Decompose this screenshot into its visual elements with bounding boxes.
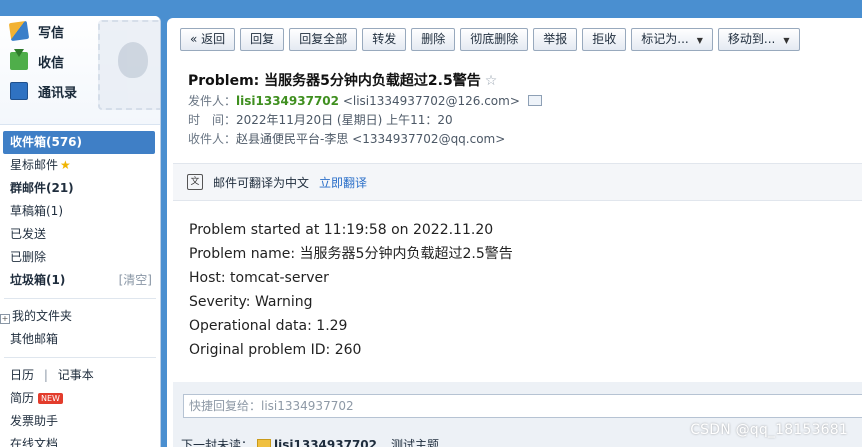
resume-label: 简历 — [10, 391, 35, 405]
translate-text: 邮件可翻译为中文 — [213, 175, 310, 190]
calendar-notebook-row: 日历 | 记事本 — [0, 364, 160, 387]
delete-permanently-button[interactable]: 彻底删除 — [460, 28, 529, 51]
back-button[interactable]: « 返回 — [180, 28, 236, 51]
new-badge: NEW — [38, 393, 63, 404]
folder-inbox-label: 收件箱(576) — [10, 135, 83, 149]
other-mailbox[interactable]: 其他邮箱 — [0, 328, 160, 351]
from-label: 发件人： — [188, 94, 237, 108]
watermark: CSDN @qq_18153681 — [690, 422, 848, 438]
write-mail-label: 写信 — [38, 25, 65, 41]
sender-name[interactable]: lisi1334937702 — [236, 94, 339, 108]
folder-drafts-label: 草稿箱(1) — [10, 204, 63, 218]
mail-body: Problem started at 11:19:58 on 2022.11.2… — [189, 218, 513, 362]
notebook-link[interactable]: 记事本 — [58, 368, 94, 382]
next-unread-sender: lisi1334937702 — [274, 438, 377, 447]
recipient-value: 赵县通便民平台-李思 <1334937702@qq.com> — [236, 132, 506, 146]
write-icon — [8, 20, 30, 42]
empty-spam-link[interactable]: [清空] — [119, 269, 152, 292]
folder-group-mail-label: 群邮件(21) — [10, 181, 74, 195]
reply-button[interactable]: 回复 — [240, 28, 285, 51]
folder-deleted-label: 已删除 — [10, 250, 47, 264]
translate-icon: 文 — [187, 174, 203, 190]
sender-address: <lisi1334937702@126.com> — [342, 94, 520, 108]
body-line: Operational data: 1.29 — [189, 318, 348, 334]
calendar-link[interactable]: 日历 — [10, 368, 34, 382]
reject-button[interactable]: 拒收 — [582, 28, 627, 51]
translate-bar: 文 邮件可翻译为中文 立即翻译 — [173, 163, 862, 201]
receive-mail-label: 收信 — [38, 55, 65, 71]
star-outline-icon[interactable]: ☆ — [485, 73, 498, 89]
toolbar: « 返回 回复 回复全部 转发 删除 彻底删除 举报 拒收 标记为... ▼ 移动… — [180, 28, 800, 51]
delete-button[interactable]: 删除 — [411, 28, 456, 51]
recipient-row: 收件人：赵县通便民平台-李思 <1334937702@qq.com> — [188, 130, 848, 149]
folder-list: 收件箱(576) 星标邮件 ★ 群邮件(21) 草稿箱(1) 已发送 已删除 垃圾… — [0, 125, 160, 447]
chevron-down-icon: ▼ — [696, 36, 703, 45]
folder-spam[interactable]: 垃圾箱(1) [清空] — [0, 269, 160, 292]
to-label: 收件人： — [188, 132, 237, 146]
body-line: Problem name: 当服务器5分钟内负载超过2.5警告 — [189, 246, 513, 262]
folder-sent[interactable]: 已发送 — [0, 223, 160, 246]
inbox-icon — [10, 49, 28, 70]
quick-actions: 写信 收信 通讯录 — [0, 16, 160, 125]
divider — [4, 298, 156, 299]
quick-reply-input[interactable]: 快捷回复给：lisi1334937702 — [183, 394, 862, 418]
body-line: Problem started at 11:19:58 on 2022.11.2… — [189, 222, 494, 238]
translate-now-link[interactable]: 立即翻译 — [319, 174, 367, 191]
next-unread-row[interactable]: 下一封未读： lisi1334937702 测试主题 — [181, 436, 439, 447]
move-to-dropdown[interactable]: 移动到... ▼ — [717, 28, 800, 51]
mark-as-dropdown[interactable]: 标记为... ▼ — [631, 28, 713, 51]
folder-inbox[interactable]: 收件箱(576) — [3, 131, 155, 154]
other-mailbox-label: 其他邮箱 — [10, 332, 59, 346]
mark-as-label: 标记为... — [641, 32, 689, 46]
time-value: 2022年11月20日 (星期日) 上午11：20 — [236, 113, 453, 127]
divider — [4, 357, 156, 358]
body-line: Original problem ID: 260 — [189, 342, 362, 358]
resume-link[interactable]: 简历 NEW — [0, 387, 160, 410]
folder-drafts[interactable]: 草稿箱(1) — [0, 200, 160, 223]
invoice-assistant-link[interactable]: 发票助手 — [0, 410, 160, 433]
invoice-assistant-label: 发票助手 — [10, 414, 59, 428]
contacts-label: 通讯录 — [38, 85, 78, 101]
mail-subject: Problem: 当服务器5分钟内负载超过2.5警告 ☆ — [188, 70, 848, 92]
subject-text: Problem: 当服务器5分钟内负载超过2.5警告 — [188, 73, 481, 89]
online-docs-label: 在线文档 — [10, 437, 59, 447]
forward-button[interactable]: 转发 — [362, 28, 407, 51]
time-label: 时 间： — [188, 113, 237, 127]
sidebar: 写信 收信 通讯录 收件箱(576) 星标邮件 ★ 群邮件(21) 草稿箱(1) … — [0, 16, 161, 447]
reply-all-button[interactable]: 回复全部 — [289, 28, 358, 51]
star-icon: ★ — [60, 158, 71, 172]
folder-spam-label: 垃圾箱(1) — [10, 273, 66, 287]
contacts-icon — [10, 82, 28, 100]
time-row: 时 间：2022年11月20日 (星期日) 上午11：20 — [188, 111, 848, 130]
folder-starred[interactable]: 星标邮件 ★ — [0, 154, 160, 177]
my-folders[interactable]: + 我的文件夹 — [0, 305, 160, 328]
envelope-icon — [257, 439, 272, 447]
folder-deleted[interactable]: 已删除 — [0, 246, 160, 269]
folder-group-mail[interactable]: 群邮件(21) — [0, 177, 160, 200]
my-folders-label: 我的文件夹 — [12, 309, 73, 323]
body-line: Host: tomcat-server — [189, 270, 329, 286]
chevron-down-icon: ▼ — [783, 36, 790, 45]
decorative-stamp-illustration — [98, 20, 160, 110]
mail-reader: « 返回 回复 回复全部 转发 删除 彻底删除 举报 拒收 标记为... ▼ 移动… — [167, 18, 862, 447]
mail-header: Problem: 当服务器5分钟内负载超过2.5警告 ☆ 发件人：lisi1334… — [188, 70, 848, 149]
move-to-label: 移动到... — [727, 32, 776, 46]
sender-row: 发件人：lisi1334937702 <lisi1334937702@126.c… — [188, 92, 848, 111]
separator: | — [43, 368, 48, 382]
next-unread-label: 下一封未读： — [181, 438, 254, 447]
folder-sent-label: 已发送 — [10, 227, 47, 241]
report-button[interactable]: 举报 — [533, 28, 578, 51]
online-docs-link[interactable]: 在线文档 — [0, 433, 160, 447]
expand-icon[interactable]: + — [0, 314, 10, 324]
contact-card-icon[interactable] — [527, 95, 542, 106]
body-line: Severity: Warning — [189, 294, 313, 310]
folder-starred-label: 星标邮件 — [10, 158, 59, 172]
next-unread-subject: 测试主题 — [391, 438, 440, 447]
